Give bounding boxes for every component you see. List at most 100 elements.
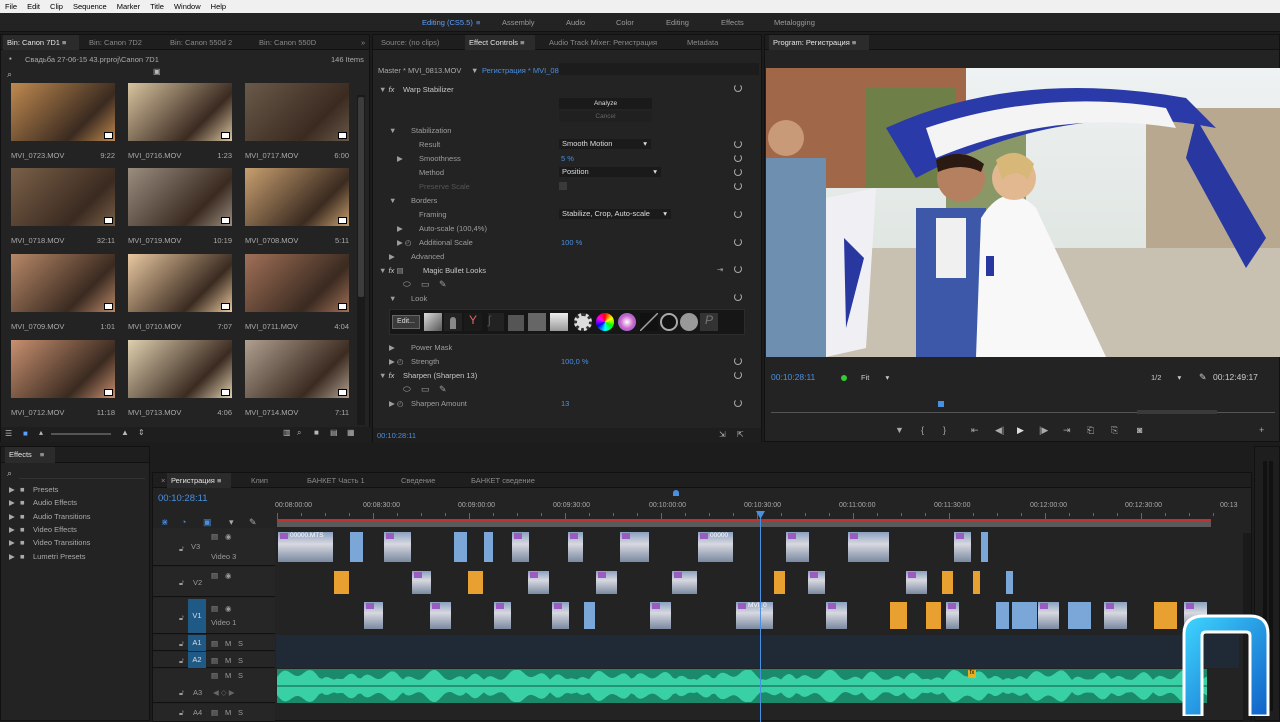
zoom-in-icon[interactable]: ▲: [121, 428, 129, 437]
bin-clip-thumbnail[interactable]: [128, 83, 232, 141]
mark-out-icon[interactable]: }: [943, 425, 946, 435]
timeline-clip[interactable]: [671, 571, 697, 594]
resolution-dropdown[interactable]: 1/2 ▾: [1151, 373, 1181, 382]
reset-icon[interactable]: [734, 293, 742, 301]
bin-clip-thumbnail[interactable]: [11, 254, 115, 312]
bin-clip-name[interactable]: MVI_0712.MOV: [11, 408, 64, 417]
track-name-v2[interactable]: V2: [193, 578, 202, 587]
timeline-clip[interactable]: [1067, 602, 1091, 629]
timeline-clip[interactable]: [551, 602, 569, 629]
snap-icon[interactable]: ⋇: [161, 517, 169, 528]
zoom-scroll-bar[interactable]: [1137, 410, 1217, 414]
mute-button[interactable]: M: [225, 656, 231, 665]
zoom-out-icon[interactable]: ▴: [39, 428, 43, 437]
ec-timecode[interactable]: 00:10:28:11: [377, 431, 416, 440]
timeline-clip[interactable]: [1103, 602, 1127, 629]
track-name-v3[interactable]: V3: [191, 542, 200, 551]
menu-file[interactable]: File: [0, 2, 22, 11]
effects-folder-item[interactable]: Audio Effects: [33, 498, 77, 507]
strength-value[interactable]: 100,0 %: [561, 357, 589, 366]
power-mask-toggle[interactable]: ▶: [389, 343, 395, 352]
bin-clip-thumbnail[interactable]: [11, 340, 115, 398]
bin-clip-thumbnail[interactable]: [128, 168, 232, 226]
expand-icon[interactable]: ▶: [9, 525, 15, 534]
play-icon[interactable]: ▶: [1017, 425, 1024, 436]
reset-icon[interactable]: [734, 84, 742, 92]
workspace-metalogging[interactable]: Metalogging: [774, 18, 815, 27]
sort-icon[interactable]: ⇕: [138, 428, 145, 437]
lock-icon[interactable]: 🔓︎: [179, 708, 184, 718]
bin-clip-name[interactable]: MVI_0710.MOV: [128, 322, 181, 331]
new-bin-footer-icon[interactable]: ■: [314, 428, 319, 437]
ellipse-mask-icon[interactable]: ⬭: [403, 279, 411, 290]
look-tool-swatch-1[interactable]: [508, 315, 524, 331]
look-tool-glass-icon[interactable]: Y: [464, 313, 482, 331]
bin-clip-thumbnail[interactable]: [128, 254, 232, 312]
timeline-clip[interactable]: [349, 532, 363, 562]
look-tool-diagonal-icon[interactable]: [640, 313, 658, 331]
look-tool-dots-icon[interactable]: [574, 313, 592, 331]
eye-icon[interactable]: ◉: [225, 532, 232, 541]
keyframe-nav-icon[interactable]: ◀ ◇ ▶: [213, 688, 234, 697]
reset-icon[interactable]: [734, 371, 742, 379]
timeline-clip[interactable]: [953, 532, 971, 562]
timeline-clip[interactable]: [995, 602, 1009, 629]
toggle-sync-icon[interactable]: ▤: [211, 571, 218, 580]
bin-clip-name[interactable]: MVI_0708.MOV: [245, 236, 298, 245]
cancel-button[interactable]: Cancel: [559, 111, 652, 122]
timeline-clip[interactable]: [847, 532, 889, 562]
track-name-a3[interactable]: A3: [193, 688, 202, 697]
workspace-editing-cs55[interactable]: Editing (CS5.5): [422, 18, 473, 27]
marker[interactable]: [673, 490, 679, 496]
timeline-clip[interactable]: [511, 532, 529, 562]
look-tool-ring-icon[interactable]: [660, 313, 678, 331]
sharpen-amount-value[interactable]: 13: [561, 399, 569, 408]
tab-effect-controls[interactable]: Effect Controls ≡: [465, 35, 535, 50]
workspace-effects[interactable]: Effects: [721, 18, 744, 27]
mute-button[interactable]: M: [225, 708, 231, 717]
zoom-slider[interactable]: [51, 433, 111, 435]
look-tool-spectrum-icon[interactable]: [618, 313, 636, 331]
go-to-in-icon[interactable]: ⇤: [971, 425, 979, 436]
bin-clip-name[interactable]: MVI_0711.MOV: [245, 322, 298, 331]
workspace-editing[interactable]: Editing: [666, 18, 689, 27]
timeline-clip[interactable]: [972, 571, 980, 594]
mute-button[interactable]: M: [225, 671, 231, 680]
look-tool-curve-icon[interactable]: ʃ: [488, 313, 504, 331]
timeline-clip[interactable]: [383, 532, 411, 562]
sharpen-amount-toggle[interactable]: ▶ ◴: [389, 399, 403, 408]
method-dropdown[interactable]: Position ▾: [559, 167, 661, 177]
export-frame-icon[interactable]: ◙: [1137, 425, 1142, 435]
looks-edit-button[interactable]: Edit...: [392, 315, 420, 329]
reset-icon[interactable]: [734, 182, 742, 190]
stabilization-toggle[interactable]: ▼: [389, 126, 396, 135]
timeline-clip[interactable]: [363, 602, 383, 629]
look-tool-gradient-icon[interactable]: [424, 313, 442, 331]
toggle-sync-icon[interactable]: ▤: [211, 708, 218, 717]
ellipse-mask-icon[interactable]: ⬭: [403, 384, 411, 395]
reset-icon[interactable]: [734, 168, 742, 176]
bin-clip-thumbnail[interactable]: [245, 254, 349, 312]
timeline-clip[interactable]: [567, 532, 583, 562]
bin-clip-name[interactable]: MVI_0719.MOV: [128, 236, 181, 245]
tab-menu-icon[interactable]: ≡: [40, 450, 44, 459]
mute-button[interactable]: M: [225, 639, 231, 648]
timeline-clip[interactable]: [619, 532, 649, 562]
timeline-clip[interactable]: 00000: [697, 532, 733, 562]
find-icon[interactable]: ⌕: [297, 428, 301, 438]
toggle-sync-icon[interactable]: ▤: [211, 532, 218, 541]
magic-bullet-looks-toggle[interactable]: ▼ fx ▤: [379, 266, 404, 275]
timeline-clip[interactable]: [773, 571, 785, 594]
look-tool-swatch-2[interactable]: [528, 313, 546, 331]
tab-sequence-banquet-1[interactable]: БАНКЕТ Часть 1: [303, 473, 365, 488]
automate-icon[interactable]: ▥: [283, 428, 291, 437]
bin-clip-thumbnail[interactable]: [11, 83, 115, 141]
go-to-out-icon[interactable]: ⇥: [1063, 425, 1071, 436]
master-clip-label[interactable]: Master * MVI_0813.MOV: [378, 66, 461, 75]
expand-icon[interactable]: ▶: [9, 552, 15, 561]
bin-clip-name[interactable]: MVI_0717.MOV: [245, 151, 298, 160]
preserve-scale-checkbox[interactable]: [559, 182, 567, 190]
timeline-clip[interactable]: [583, 602, 595, 629]
timeline-clip[interactable]: [429, 602, 451, 629]
timeline-clip[interactable]: [980, 532, 988, 562]
